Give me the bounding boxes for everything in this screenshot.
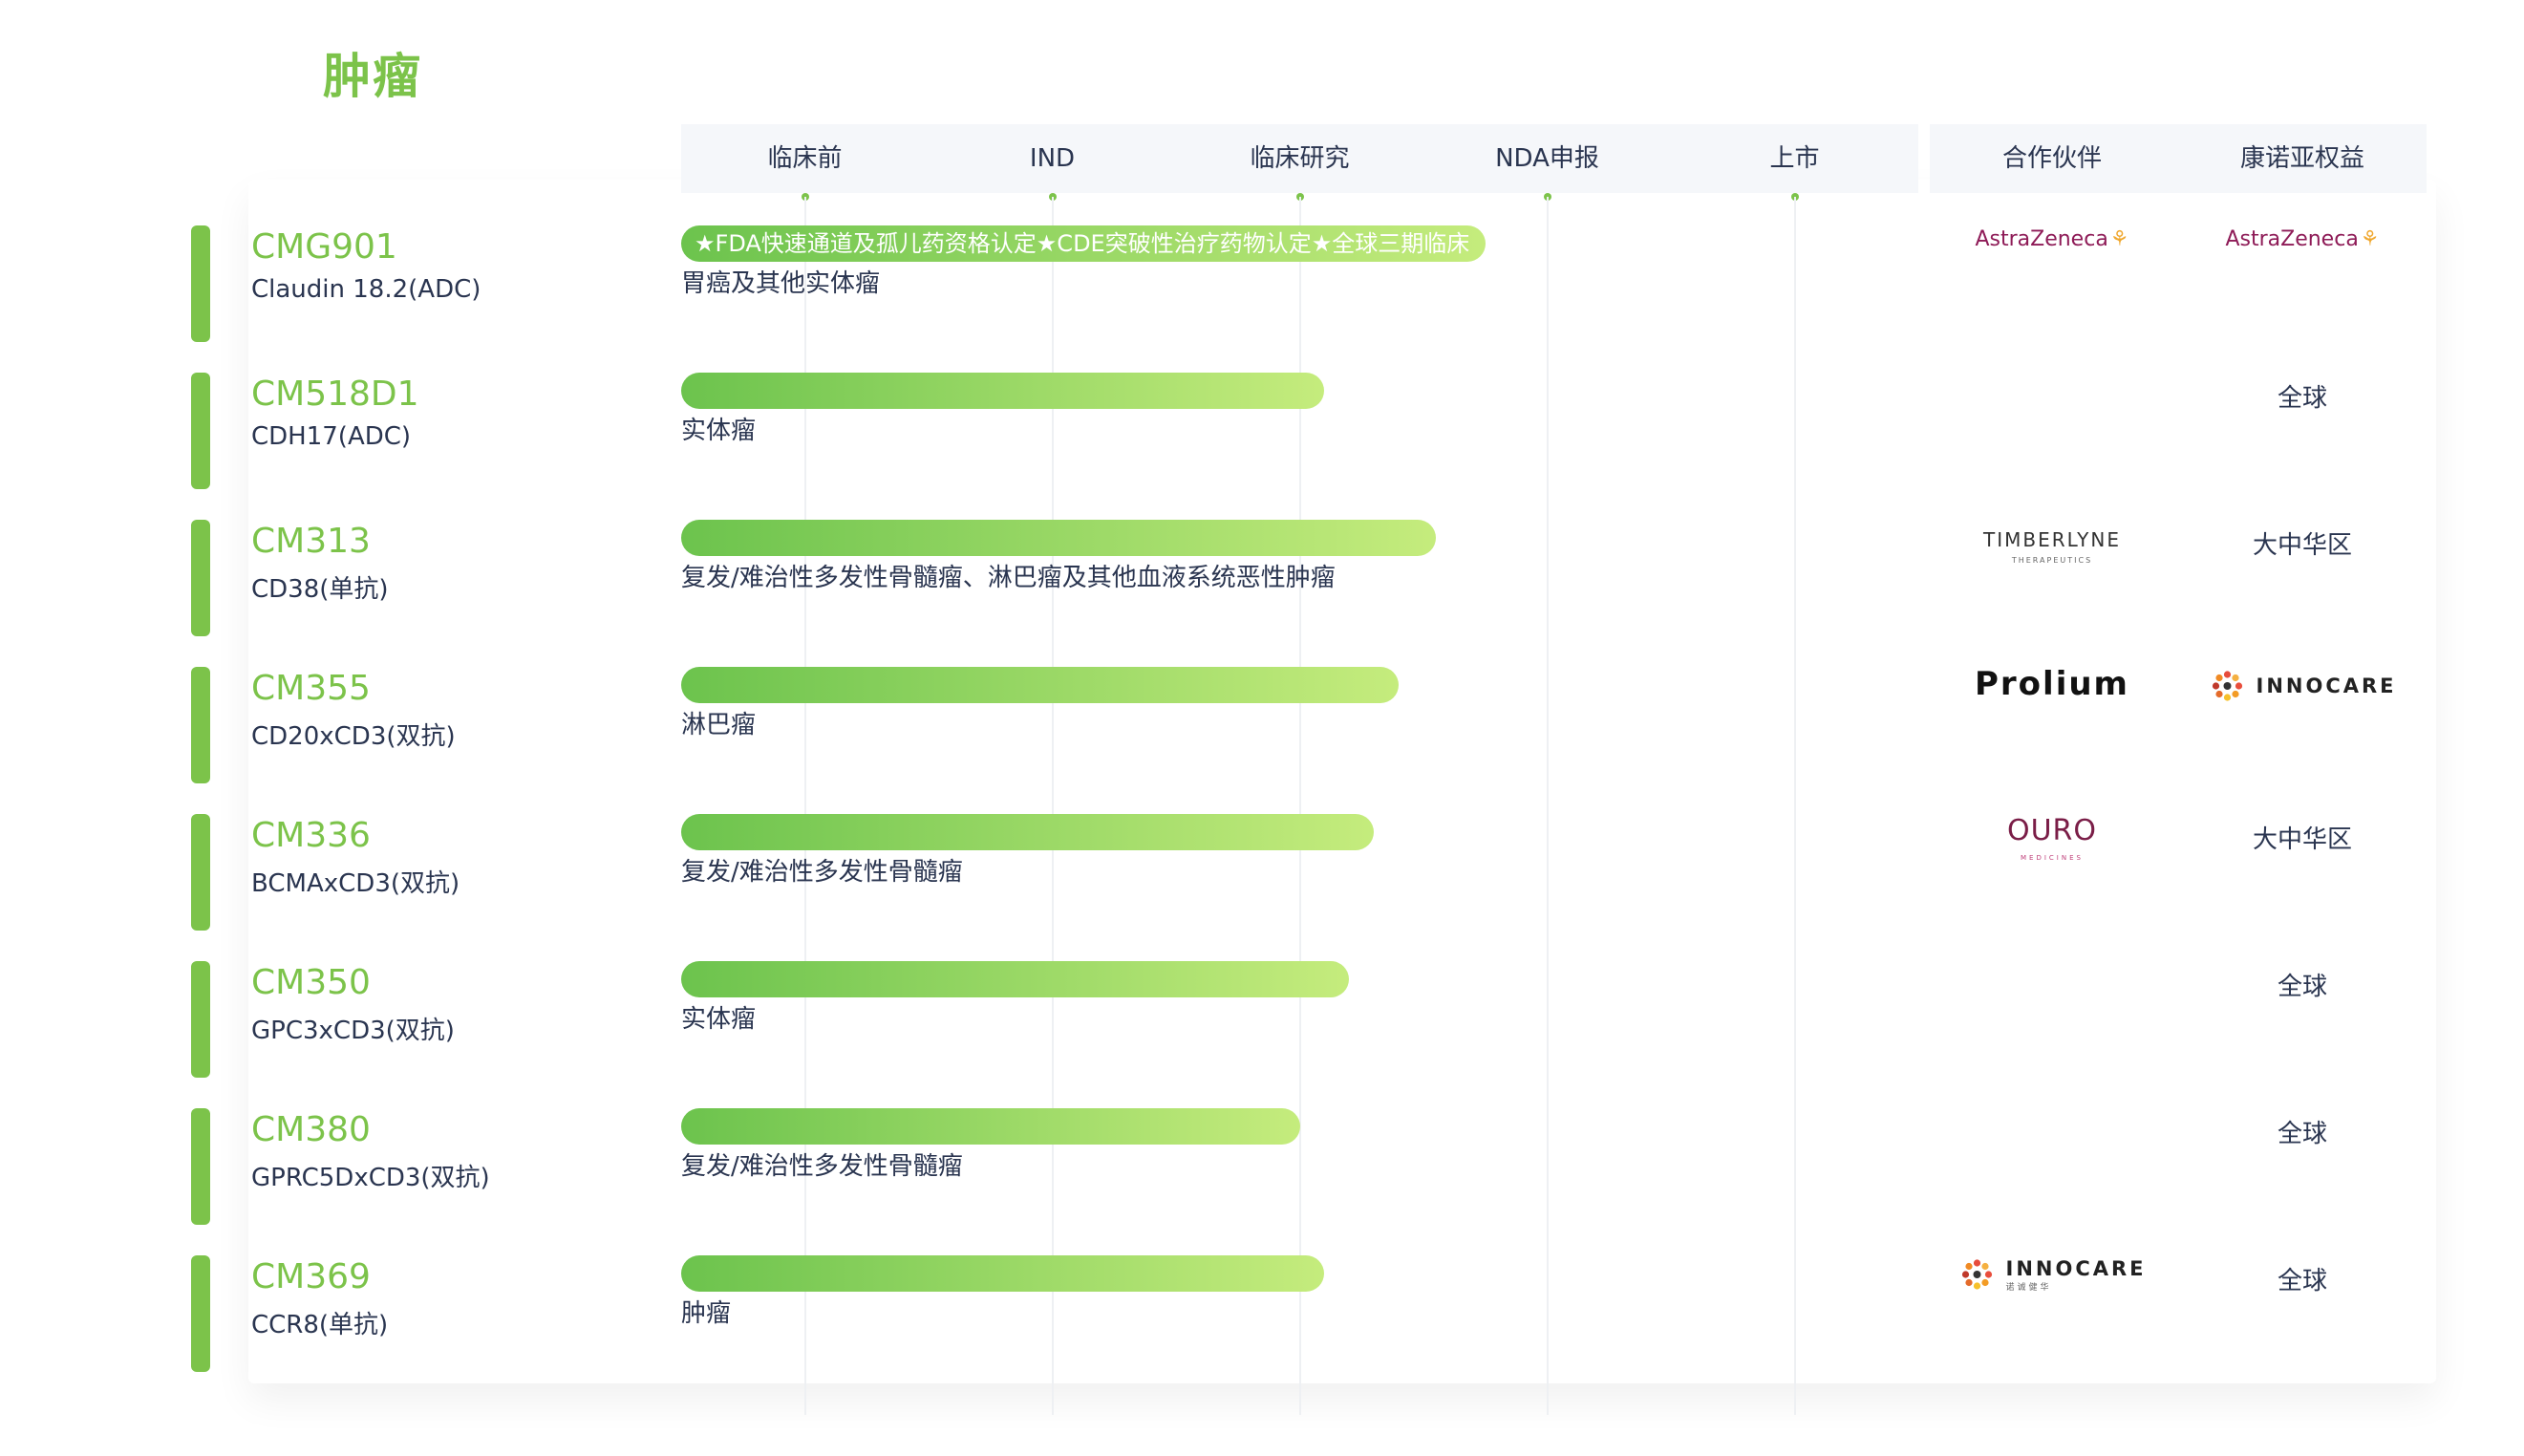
indication-label: 复发/难治性多发性骨髓瘤、淋巴瘤及其他血液系统恶性肿瘤 [681,564,1336,592]
pipeline-card [248,180,2436,1383]
drug-code: CM380 [251,1110,371,1149]
drug-target: CDH17(ADC) [251,422,412,451]
progress-bar [681,1255,1325,1292]
phase-gridline [1546,197,1549,1415]
info-column-label: 合作伙伴 [2001,144,2103,173]
row-accent-bar [191,1255,210,1372]
drug-code: CM518D1 [251,375,419,414]
indication-label: 实体瘤 [681,1005,757,1034]
row-accent-bar [191,1108,210,1225]
drug-code: CM313 [251,522,371,561]
az-swirl-icon: ⚘ [2360,227,2380,251]
progress-bar: ★FDA快速通道及孤儿药资格认定★CDE突破性治疗药物认定★全球三期临床 [681,225,1486,262]
rights-cell: 全球 [2277,384,2328,413]
astrazeneca-logo: AstraZeneca⚘ [1975,227,2129,251]
innocare-logo: INNOCARE 诺诚健华 [1958,1255,2147,1294]
drug-target: GPRC5DxCD3(双抗) [251,1164,490,1192]
rights-cell: 大中华区 [2252,825,2353,854]
drug-target: CD38(单抗) [251,575,389,604]
progress-bar [681,520,1436,556]
bar-label: ★FDA快速通道及孤儿药资格认定★CDE突破性治疗药物认定★全球三期临床 [695,230,1470,257]
innocare-logo: INNOCARE [2209,667,2397,705]
phase-label: 临床研究 [1250,144,1350,173]
progress-bar [681,961,1350,997]
rights-cell: 全球 [2277,1267,2328,1295]
drug-target: CD20xCD3(双抗) [251,722,456,751]
progress-bar [681,1108,1300,1145]
drug-target: GPC3xCD3(双抗) [251,1017,455,1045]
prolium-logo: Prolium [1975,665,2129,703]
drug-target: BCMAxCD3(双抗) [251,869,460,898]
timberlyne-logo: TIMBERLYNE THERAPEUTICS [1983,528,2121,565]
phase-label: 上市 [1769,144,1820,173]
indication-label: 复发/难治性多发性骨髓瘤 [681,858,963,887]
innocare-flower-icon [1961,1259,1993,1290]
indication-label: 肿瘤 [681,1299,732,1328]
drug-code: CMG901 [251,227,397,267]
row-accent-bar [191,667,210,783]
indication-label: 复发/难治性多发性骨髓瘤 [681,1152,963,1181]
row-accent-bar [191,225,210,342]
drug-target: Claudin 18.2(ADC) [251,275,481,304]
progress-bar [681,667,1400,703]
row-accent-bar [191,373,210,489]
rights-cell: 大中华区 [2252,531,2353,560]
indication-label: 胃癌及其他实体瘤 [681,269,881,298]
indication-label: 实体瘤 [681,417,757,445]
phase-label: 临床前 [767,144,843,173]
rights-cell: 全球 [2277,1120,2328,1148]
indication-label: 淋巴瘤 [681,711,757,739]
section-title: 肿瘤 [323,49,422,104]
progress-bar [681,814,1375,850]
drug-target: CCR8(单抗) [251,1311,389,1339]
az-swirl-icon: ⚘ [2109,227,2129,251]
innocare-flower-icon [2212,671,2243,701]
drug-code: CM350 [251,963,371,1002]
row-accent-bar [191,814,210,931]
row-accent-bar [191,520,210,636]
row-accent-bar [191,961,210,1078]
phase-label: IND [1029,144,1076,173]
ouro-logo: OURO MEDICINES [2006,814,2098,863]
phase-gridline [1793,197,1796,1415]
phase-label: NDA申报 [1495,144,1599,173]
drug-code: CM336 [251,816,371,855]
astrazeneca-logo: AstraZeneca⚘ [2225,227,2380,251]
info-column-label: 康诺亚权益 [2239,144,2365,173]
drug-code: CM369 [251,1257,371,1296]
drug-code: CM355 [251,669,371,708]
progress-bar [681,373,1325,409]
rights-cell: 全球 [2277,973,2328,1001]
